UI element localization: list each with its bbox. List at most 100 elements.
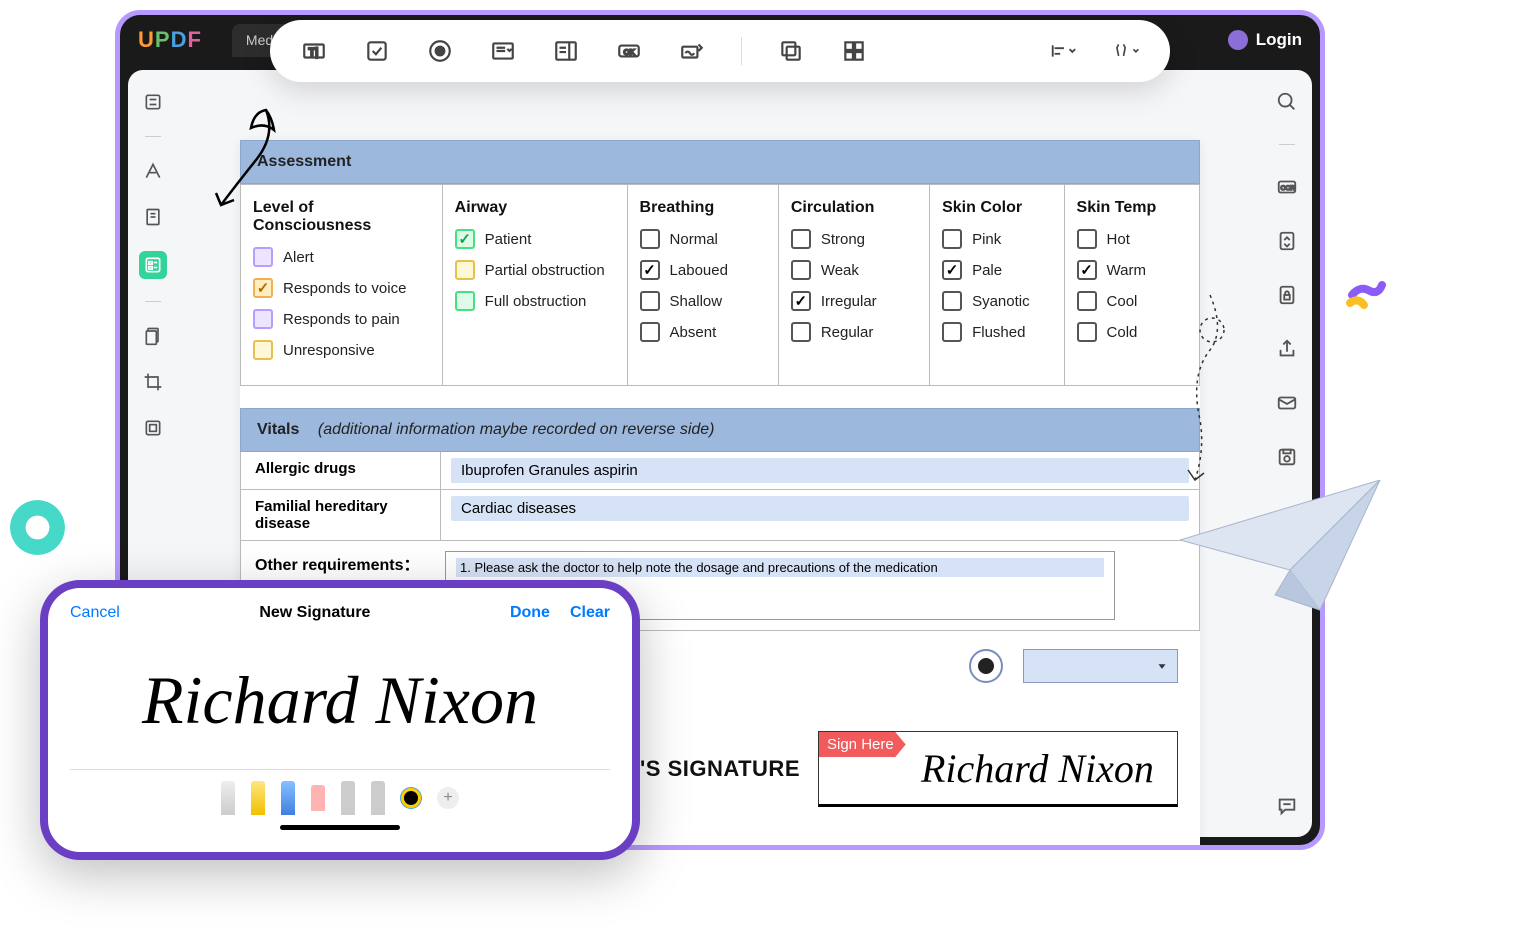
checkbox-icon[interactable]	[640, 322, 660, 342]
checkbox-icon[interactable]	[791, 291, 811, 311]
checkbox-icon[interactable]	[942, 322, 962, 342]
checkbox-label: Strong	[821, 231, 865, 248]
checkbox-label: Pale	[972, 262, 1002, 279]
highlight-icon[interactable]	[141, 159, 165, 183]
radio-field-icon[interactable]	[426, 37, 454, 65]
checkbox-row[interactable]: Responds to voice	[253, 278, 430, 298]
eraser-tool-icon[interactable]	[311, 785, 325, 811]
highlighter-tool-icon[interactable]	[251, 781, 265, 815]
checkbox-icon[interactable]	[1077, 229, 1097, 249]
familial-row: Familial hereditary disease Cardiac dise…	[240, 490, 1200, 541]
column-header: Skin Color	[942, 199, 1051, 217]
marker-tool-icon[interactable]	[281, 781, 295, 815]
annotate-icon[interactable]	[141, 205, 165, 229]
checkbox-icon[interactable]	[253, 309, 273, 329]
listbox-field-icon[interactable]	[552, 37, 580, 65]
radio-field[interactable]	[969, 649, 1003, 683]
search-icon[interactable]	[1275, 90, 1299, 114]
checkbox-row[interactable]: Partial obstruction	[455, 260, 615, 280]
allergic-value-cell[interactable]: Ibuprofen Granules aspirin	[441, 452, 1199, 489]
checkbox-icon[interactable]	[455, 291, 475, 311]
checkbox-row[interactable]: Normal	[640, 229, 766, 249]
checkbox-label: Syanotic	[972, 293, 1030, 310]
checkbox-icon[interactable]	[1077, 260, 1097, 280]
crop-icon[interactable]	[141, 370, 165, 394]
login-button[interactable]: Login	[1228, 30, 1302, 50]
checkbox-icon[interactable]	[455, 229, 475, 249]
button-field-icon[interactable]: OK	[615, 37, 643, 65]
text-field-icon[interactable]: T|	[300, 37, 328, 65]
column-header: Breathing	[640, 199, 766, 217]
checkbox-label: Laboued	[670, 262, 728, 279]
checkbox-row[interactable]: Responds to pain	[253, 309, 430, 329]
organize-icon[interactable]	[141, 324, 165, 348]
checkbox-row[interactable]: Pink	[942, 229, 1051, 249]
checkbox-icon[interactable]	[791, 229, 811, 249]
color-picker-icon[interactable]	[401, 788, 421, 808]
checkbox-icon[interactable]	[942, 291, 962, 311]
align-dropdown-icon[interactable]	[1049, 37, 1077, 65]
checkbox-row[interactable]: Regular	[791, 322, 917, 342]
checkbox-row[interactable]: Strong	[791, 229, 917, 249]
convert-icon[interactable]	[1275, 229, 1299, 253]
pen-tool-icon[interactable]	[221, 781, 235, 815]
checkbox-row[interactable]: Flushed	[942, 322, 1051, 342]
checkbox-row[interactable]: Full obstruction	[455, 291, 615, 311]
checkbox-icon[interactable]	[1077, 322, 1097, 342]
checkbox-row[interactable]: Shallow	[640, 291, 766, 311]
checkbox-icon[interactable]	[640, 229, 660, 249]
checkbox-icon[interactable]	[253, 278, 273, 298]
checkbox-icon[interactable]	[455, 260, 475, 280]
grid-icon[interactable]	[840, 37, 868, 65]
checkbox-icon[interactable]	[791, 322, 811, 342]
checkbox-field-icon[interactable]	[363, 37, 391, 65]
familial-value-cell[interactable]: Cardiac diseases	[441, 490, 1199, 540]
assessment-column: Breathing Normal Laboued Shallow Absent	[628, 185, 779, 385]
ruler-tool-icon[interactable]	[371, 781, 385, 815]
tools-dropdown-icon[interactable]	[1112, 37, 1140, 65]
signature-field-icon[interactable]	[678, 37, 706, 65]
comment-icon[interactable]	[1276, 795, 1298, 817]
checkbox-row[interactable]: Weak	[791, 260, 917, 280]
add-tool-button[interactable]: +	[437, 787, 459, 809]
ocr-icon[interactable]: OCR	[1275, 175, 1299, 199]
vitals-header: Vitals (additional information maybe rec…	[240, 408, 1200, 452]
checkbox-icon[interactable]	[640, 291, 660, 311]
checkbox-row[interactable]: Irregular	[791, 291, 917, 311]
checkbox-icon[interactable]	[253, 247, 273, 267]
protect-icon[interactable]	[1275, 283, 1299, 307]
cancel-button[interactable]: Cancel	[70, 604, 120, 622]
checkbox-label: Partial obstruction	[485, 262, 605, 279]
checkbox-row[interactable]: Syanotic	[942, 291, 1051, 311]
save-icon[interactable]	[1275, 445, 1299, 469]
forms-icon[interactable]	[139, 251, 167, 279]
thumbnails-icon[interactable]	[141, 90, 165, 114]
checkbox-row[interactable]: Warm	[1077, 260, 1187, 280]
checkbox-row[interactable]: Absent	[640, 322, 766, 342]
checkbox-icon[interactable]	[640, 260, 660, 280]
checkbox-row[interactable]: Patient	[455, 229, 615, 249]
clear-button[interactable]: Clear	[570, 604, 610, 622]
checkbox-row[interactable]: Laboued	[640, 260, 766, 280]
dropdown-field-icon[interactable]	[489, 37, 517, 65]
done-button[interactable]: Done	[510, 604, 550, 622]
checkbox-icon[interactable]	[791, 260, 811, 280]
checkbox-row[interactable]: Hot	[1077, 229, 1187, 249]
checkbox-icon[interactable]	[942, 260, 962, 280]
pencil-tool-icon[interactable]	[341, 781, 355, 815]
checkbox-label: Cool	[1107, 293, 1138, 310]
signature-canvas[interactable]: Richard Nixon	[70, 632, 610, 770]
checkbox-icon[interactable]	[942, 229, 962, 249]
watermark-icon[interactable]	[141, 416, 165, 440]
checkbox-row[interactable]: Unresponsive	[253, 340, 430, 360]
checkbox-row[interactable]: Alert	[253, 247, 430, 267]
phone-mockup: Cancel New Signature Done Clear Richard …	[40, 580, 640, 860]
signature-field[interactable]: Sign Here Richard Nixon	[818, 731, 1178, 807]
checkbox-row[interactable]: Pale	[942, 260, 1051, 280]
dropdown-field[interactable]	[1023, 649, 1178, 683]
email-icon[interactable]	[1275, 391, 1299, 415]
checkbox-icon[interactable]	[253, 340, 273, 360]
copy-icon[interactable]	[777, 37, 805, 65]
checkbox-icon[interactable]	[1077, 291, 1097, 311]
share-icon[interactable]	[1275, 337, 1299, 361]
